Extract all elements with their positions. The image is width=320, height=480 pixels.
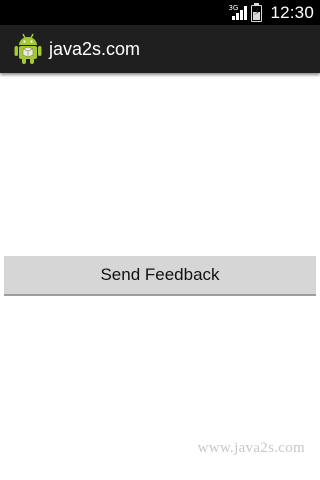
signal-bar	[232, 15, 236, 20]
watermark-text: www.java2s.com	[197, 440, 305, 456]
signal-icon: 3G	[228, 3, 248, 22]
signal-bar	[244, 5, 248, 20]
status-icons: 3G ⚡ 12:30	[228, 0, 314, 25]
app-title: java2s.com	[49, 38, 141, 59]
action-bar: java2s.com	[0, 25, 320, 73]
charging-bolt-icon: ⚡	[253, 7, 260, 17]
android-icon[interactable]	[14, 33, 42, 65]
network-type-label: 3G	[228, 3, 239, 12]
battery-charging-icon: ⚡	[251, 3, 263, 22]
signal-bar	[240, 9, 244, 20]
phone-screen: 3G ⚡ 12:30 java2s.com Send Feedback www.…	[0, 0, 320, 480]
signal-bar	[236, 12, 240, 20]
status-bar: 3G ⚡ 12:30	[0, 0, 320, 25]
status-time: 12:30	[270, 2, 314, 22]
send-feedback-button[interactable]: Send Feedback	[4, 256, 316, 296]
